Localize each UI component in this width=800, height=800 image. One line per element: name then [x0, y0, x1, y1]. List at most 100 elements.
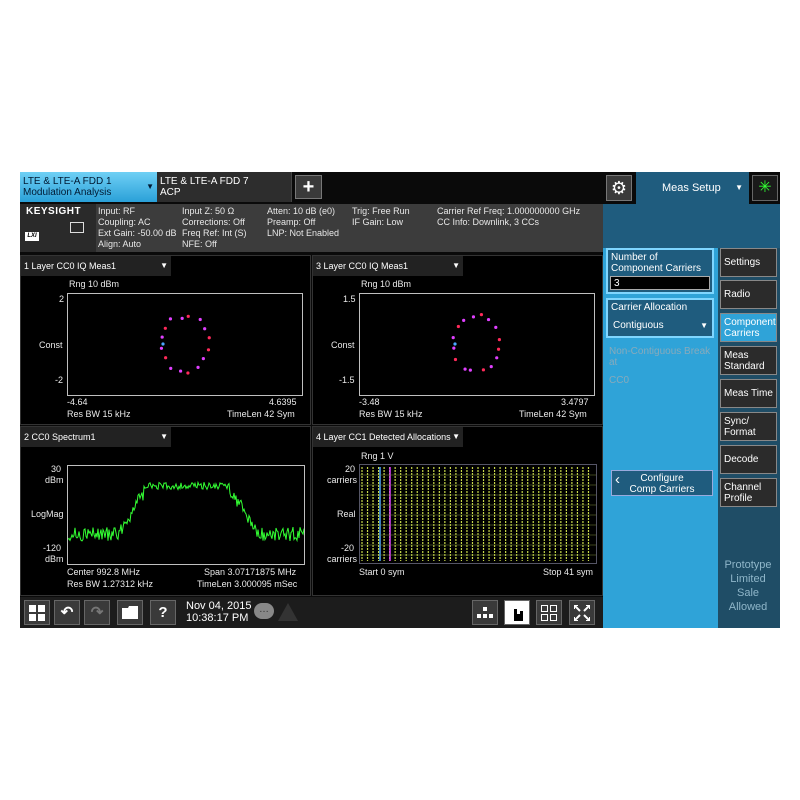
constellation-point: [462, 318, 466, 322]
undo-button[interactable]: ↶: [54, 600, 80, 625]
windows-button[interactable]: [24, 600, 50, 625]
redo-button[interactable]: ↷: [84, 600, 110, 625]
chevron-down-icon: ▼: [160, 261, 168, 270]
panel-title-text: 2 CC0 Spectrum1: [24, 432, 96, 442]
chevron-down-icon: ▼: [735, 183, 743, 192]
meas-setup-controls: Number of Component Carriers 3 Carrier A…: [603, 248, 718, 628]
num-cc-input[interactable]: 3: [610, 276, 710, 290]
maximize-button[interactable]: [569, 600, 595, 625]
constellation-point: [451, 336, 455, 340]
panel-title-1[interactable]: 1 Layer CC0 IQ Meas1 ▼: [21, 256, 171, 276]
carrier-allocation-control[interactable]: Carrier Allocation Contiguous ▼: [606, 298, 714, 338]
side-button-meas-standard[interactable]: Meas Standard: [720, 346, 777, 375]
keysight-logo: KEYSIGHT LXI: [20, 204, 96, 252]
configure-comp-carriers-button[interactable]: ‹ Configure Comp Carriers: [611, 470, 713, 496]
tab-acp[interactable]: LTE & LTE-A FDD 7 ACP: [157, 172, 292, 202]
constellation-point: [196, 365, 200, 369]
y-mid-label: Real: [337, 509, 356, 519]
configure-label-2: Comp Carriers: [629, 484, 695, 495]
constellation-point: [497, 338, 501, 342]
y-top-unit: carriers: [327, 475, 358, 485]
constellation-point: [164, 356, 168, 360]
info-align: Align: Auto: [98, 239, 142, 249]
side-button-sync-format[interactable]: Sync/Format: [720, 412, 777, 441]
side-button-label: Meas: [724, 350, 749, 361]
chevron-down-icon: ▼: [160, 432, 168, 441]
constellation-point: [489, 365, 493, 369]
num-component-carriers-control[interactable]: Number of Component Carriers 3: [606, 248, 714, 294]
info-nfe: NFE: Off: [182, 239, 217, 249]
panel-iq-meas-3[interactable]: 3 Layer CC0 IQ Meas1 ▼ Rng 10 dBm 1.5 Co…: [312, 255, 603, 425]
constellation-point: [494, 325, 498, 330]
activity-button[interactable]: ✳: [752, 175, 778, 201]
side-button-radio[interactable]: Radio: [720, 280, 777, 309]
constellation-point: [163, 326, 167, 330]
help-button[interactable]: ?: [150, 600, 176, 625]
panel-detected-allocations[interactable]: 4 Layer CC1 Detected Allocations ▼ Rng 1…: [312, 426, 603, 596]
tab-label-line1: LTE & LTE-A FDD 1: [23, 176, 112, 187]
panel-iq-meas-1[interactable]: 1 Layer CC0 IQ Meas1 ▼ Rng 10 dBm 2 Cons…: [20, 255, 311, 425]
timelen-label: TimeLen 42 Sym: [227, 409, 295, 419]
constellation-point: [159, 346, 164, 350]
spectrum-svg: [67, 480, 305, 543]
side-button-channel-profile[interactable]: Channel Profile: [720, 478, 777, 507]
carrier-allocation-select[interactable]: Contiguous ▼: [610, 318, 710, 334]
file-button[interactable]: [117, 600, 143, 625]
info-cc: CC Info: Downlink, 3 CCs: [437, 217, 540, 227]
y-top-unit: dBm: [45, 475, 64, 485]
brand-text: KEYSIGHT: [26, 206, 82, 217]
tab-label-line2: ACP: [160, 187, 181, 198]
touch-button[interactable]: [504, 600, 530, 625]
spectrum-plot: [67, 465, 305, 565]
y-bottom-value: -120: [43, 543, 62, 553]
res-bw-label: Res BW 15 kHz: [359, 409, 423, 419]
chevron-down-icon: ▼: [452, 432, 460, 441]
res-bw-label: Res BW 1.27312 kHz: [67, 579, 154, 589]
constellation-point: [206, 348, 211, 352]
meas-setup-menu[interactable]: Meas Setup ▼: [636, 172, 749, 204]
help-icon: ?: [158, 604, 168, 621]
panel-title-4[interactable]: 4 Layer CC1 Detected Allocations ▼: [313, 427, 463, 447]
side-button-meas-time[interactable]: Meas Time: [720, 379, 777, 408]
side-button-label-2: Standard: [724, 361, 765, 372]
side-menu: Settings Radio Component Carriers Meas Sta…: [718, 248, 780, 628]
constellation-point: [463, 367, 467, 371]
constellation-plot-3: [359, 293, 595, 396]
x-left-label: -4.64: [67, 397, 88, 407]
panel-spectrum[interactable]: 2 CC0 Spectrum1 ▼ 30 dBm LogMag -120 dBm…: [20, 426, 311, 596]
side-button-component-carriers[interactable]: Component Carriers: [720, 313, 777, 342]
layout-button[interactable]: [472, 600, 498, 625]
settings-gear-button[interactable]: ⚙: [606, 175, 632, 201]
timelen-label: TimeLen 42 Sym: [519, 409, 587, 419]
side-button-label: Component: [724, 317, 776, 328]
timelen-label: TimeLen 3.000095 mSec: [197, 579, 298, 589]
message-icon[interactable]: …: [254, 603, 274, 619]
info-ext-gain: Ext Gain: -50.00 dB: [98, 228, 177, 238]
tab-modulation-analysis[interactable]: LTE & LTE-A FDD 1 Modulation Analysis ▼: [20, 172, 157, 202]
panel-title-3[interactable]: 3 Layer CC0 IQ Meas1 ▼: [313, 256, 463, 276]
layout-icon: [477, 607, 493, 618]
constellation-point: [456, 324, 460, 329]
analyzer-screen: LTE & LTE-A FDD 1 Modulation Analysis ▼ …: [20, 172, 780, 628]
side-button-settings[interactable]: Settings: [720, 248, 777, 277]
panel-title-2[interactable]: 2 CC0 Spectrum1 ▼: [21, 427, 171, 447]
x-right-label: 4.6395: [269, 397, 297, 407]
y-bottom-value: -20: [341, 543, 355, 553]
constellation-point: [169, 366, 173, 370]
y-bottom-unit: carriers: [327, 554, 358, 564]
multi-window-button[interactable]: [536, 600, 562, 625]
side-button-label: Channel: [724, 482, 762, 493]
constellation-point: [178, 369, 183, 373]
status-info-bar: KEYSIGHT LXI Input: RF Coupling: AC Ext …: [20, 204, 603, 252]
info-atten: Atten: 10 dB (e0) Preamp: Off LNP: Not E…: [267, 206, 339, 239]
side-button-decode[interactable]: Decode: [720, 445, 777, 474]
chevron-down-icon: ▼: [452, 261, 460, 270]
constellation-point: [186, 314, 190, 318]
grid-icon: [541, 605, 557, 621]
constellation-point: [453, 357, 458, 362]
right-header: ⚙ Meas Setup ▼ ✳: [603, 172, 780, 204]
x-right-label: 3.4797: [561, 397, 589, 407]
constellation-point: [180, 316, 184, 320]
add-tab-button[interactable]: +: [295, 175, 322, 199]
undo-icon: ↶: [60, 604, 74, 621]
